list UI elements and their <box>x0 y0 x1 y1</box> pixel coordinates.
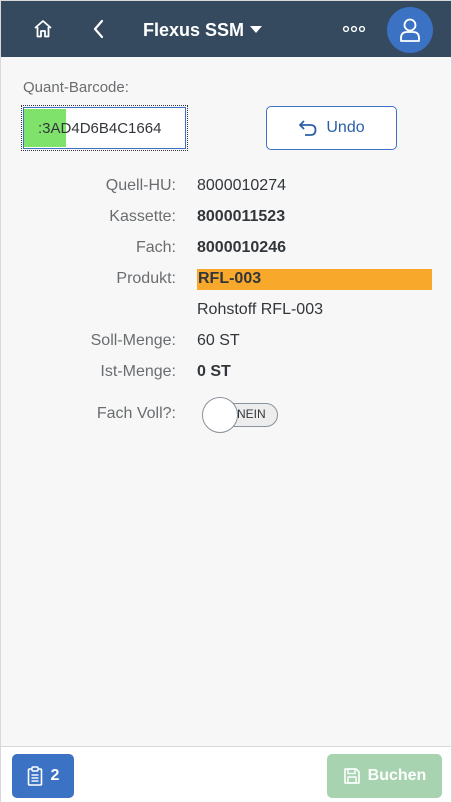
save-icon <box>343 768 360 784</box>
undo-label: Undo <box>326 119 365 136</box>
more-options-icon <box>342 25 366 33</box>
kassette-label: Kassette: <box>109 208 176 225</box>
ist-menge-label: Ist-Menge: <box>100 363 176 380</box>
soll-menge-value: 60 ST <box>197 332 240 349</box>
fach-voll-label: Fach Voll?: <box>96 405 176 422</box>
back-button[interactable] <box>83 13 115 45</box>
quell-hu-label: Quell-HU: <box>105 177 176 194</box>
ist-menge-value: 0 ST <box>197 363 231 380</box>
kassette-value: 8000011523 <box>197 208 286 225</box>
chevron-left-icon <box>93 19 104 39</box>
barcode-input[interactable]: :3AD4D6B4C1664 <box>21 105 188 151</box>
produkt-label: Produkt: <box>116 270 176 287</box>
buchen-label: Buchen <box>367 767 427 784</box>
fach-label: Fach: <box>135 239 176 256</box>
produkt-value: RFL-003 <box>198 270 262 287</box>
fach-value: 8000010246 <box>197 239 286 256</box>
shell-bar: Flexus SSM <box>1 1 451 57</box>
home-icon <box>34 20 52 38</box>
tasks-button[interactable]: 2 <box>12 754 74 798</box>
produkt-description: Rohstoff RFL-003 <box>197 301 323 318</box>
home-button[interactable] <box>27 13 59 45</box>
footer-toolbar: 2 Buchen <box>1 746 451 802</box>
undo-button[interactable]: Undo <box>266 106 397 150</box>
undo-icon <box>299 120 317 136</box>
user-icon <box>400 18 420 42</box>
more-options-button[interactable] <box>338 13 370 45</box>
app-title: Flexus SSM <box>143 19 245 40</box>
quell-hu-value: 8000010274 <box>197 177 286 194</box>
user-avatar-button[interactable] <box>387 7 433 53</box>
switch-state-text: NEIN <box>237 407 266 421</box>
tasks-count: 2 <box>50 767 60 784</box>
switch-knob <box>202 397 238 433</box>
caret-down-icon <box>250 26 263 33</box>
app-title-menu[interactable]: Flexus SSM <box>143 17 263 43</box>
buchen-button[interactable]: Buchen <box>327 754 442 798</box>
fach-voll-switch[interactable]: NEIN <box>202 397 278 433</box>
barcode-label: Quant-Barcode: <box>23 79 129 96</box>
soll-menge-label: Soll-Menge: <box>90 332 176 349</box>
barcode-value: :3AD4D6B4C1664 <box>38 120 162 137</box>
clipboard-icon <box>27 766 42 786</box>
